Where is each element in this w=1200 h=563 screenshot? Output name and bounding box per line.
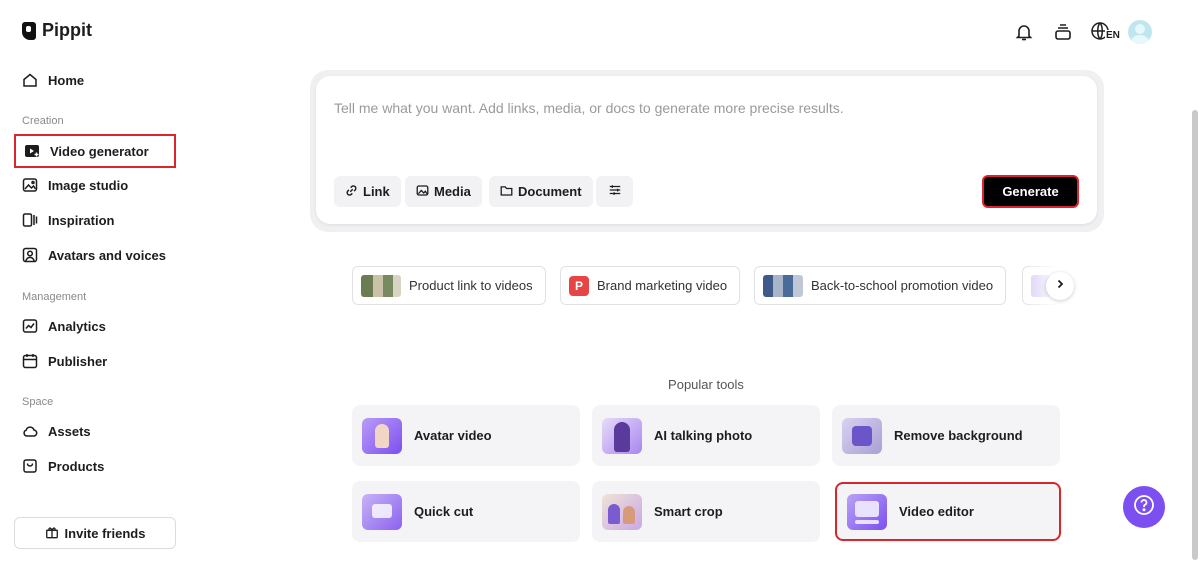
link-label: Link <box>363 184 390 199</box>
section-creation: Creation <box>22 115 64 127</box>
sidebar-item-video-generator[interactable]: Video generator <box>14 134 176 168</box>
suggestion-brand-marketing[interactable]: P Brand marketing video <box>560 266 741 305</box>
avatar-icon <box>22 247 38 263</box>
video-plus-icon <box>24 143 40 159</box>
section-space: Space <box>22 396 54 408</box>
sidebar-item-publisher[interactable]: Publisher <box>14 344 176 378</box>
prompt-input[interactable]: Tell me what you want. Add links, media,… <box>334 100 844 116</box>
help-button[interactable] <box>1123 486 1165 528</box>
tool-video-editor[interactable]: Video editor <box>835 482 1061 541</box>
sidebar-item-avatars-voices[interactable]: Avatars and voices <box>14 238 176 272</box>
sidebar-item-image-studio[interactable]: Image studio <box>14 168 176 202</box>
folder-icon <box>500 184 513 200</box>
analytics-icon <box>22 318 38 334</box>
invite-friends-button[interactable]: Invite friends <box>14 517 176 549</box>
pippit-logo[interactable]: Pippit <box>22 20 92 41</box>
notification-bell-icon[interactable] <box>1012 20 1036 44</box>
sidebar-item-label: Publisher <box>48 353 108 369</box>
sidebar-item-inspiration[interactable]: Inspiration <box>14 203 176 237</box>
language-code: EN <box>1105 30 1121 41</box>
talking-photo-icon <box>602 417 642 454</box>
tool-label: Quick cut <box>414 504 474 519</box>
sidebar-item-products[interactable]: Products <box>14 449 176 483</box>
link-button[interactable]: Link <box>334 176 401 207</box>
inspiration-icon <box>22 212 38 228</box>
tool-label: Smart crop <box>654 504 723 519</box>
tool-ai-talking-photo[interactable]: AI talking photo <box>592 405 820 466</box>
calendar-icon <box>22 353 38 369</box>
link-icon <box>345 184 358 200</box>
suggestions-next-button[interactable] <box>1046 272 1074 300</box>
sidebar-item-home[interactable]: Home <box>14 63 176 97</box>
user-avatar[interactable] <box>1128 20 1152 44</box>
home-icon <box>22 72 38 88</box>
settings-sliders-button[interactable] <box>596 176 633 207</box>
brand-name: Pippit <box>42 20 92 40</box>
suggestion-label: Back-to-school promotion video <box>811 278 994 293</box>
tool-label: AI talking photo <box>654 428 753 443</box>
generate-button[interactable]: Generate <box>982 175 1079 208</box>
sidebar-item-label: Products <box>48 458 105 474</box>
language-globe-icon[interactable]: EN <box>1090 20 1121 44</box>
suggestion-label: Brand marketing video <box>597 278 728 293</box>
gift-icon <box>45 525 59 542</box>
sliders-icon <box>608 183 622 200</box>
tool-label: Video editor <box>899 504 974 519</box>
suggestion-back-to-school[interactable]: Back-to-school promotion video <box>754 266 1007 305</box>
tool-avatar-video[interactable]: Avatar video <box>352 405 580 466</box>
smart-crop-icon <box>602 493 642 530</box>
media-label: Media <box>434 184 471 199</box>
tool-remove-background[interactable]: Remove background <box>832 405 1060 466</box>
document-button[interactable]: Document <box>489 176 593 207</box>
document-label: Document <box>518 184 582 199</box>
sidebar-item-assets[interactable]: Assets <box>14 414 176 448</box>
suggestion-product-link[interactable]: Product link to videos <box>352 266 546 305</box>
popular-tools-title: Popular tools <box>668 377 744 392</box>
tool-label: Remove background <box>894 428 1023 443</box>
section-management: Management <box>22 291 87 303</box>
tool-smart-crop[interactable]: Smart crop <box>592 481 820 542</box>
quick-cut-icon <box>362 493 402 530</box>
tool-quick-cut[interactable]: Quick cut <box>352 481 580 542</box>
sidebar-item-analytics[interactable]: Analytics <box>14 309 176 343</box>
image-icon <box>416 184 429 200</box>
suggestion-thumbnail <box>763 274 803 297</box>
sidebar-item-label: Video generator <box>50 143 149 159</box>
brand-p-icon: P <box>569 275 589 296</box>
sidebar-item-label: Analytics <box>48 318 106 334</box>
sidebar-item-label: Assets <box>48 423 91 439</box>
invite-friends-label: Invite friends <box>64 525 146 541</box>
video-editor-icon <box>847 493 887 530</box>
tool-label: Avatar video <box>414 428 492 443</box>
cloud-icon <box>22 423 38 439</box>
sidebar-item-label: Inspiration <box>48 212 115 228</box>
sidebar-item-label: Home <box>48 72 85 88</box>
remove-background-icon <box>842 417 882 454</box>
media-button[interactable]: Media <box>405 176 482 207</box>
chevron-right-icon <box>1054 277 1066 295</box>
help-question-icon <box>1133 494 1155 521</box>
avatar-video-icon <box>362 417 402 454</box>
scrollbar[interactable] <box>1192 110 1198 560</box>
image-icon <box>22 177 38 193</box>
suggestion-thumbnail <box>361 274 401 297</box>
sidebar-item-label: Image studio <box>48 177 129 193</box>
layers-icon[interactable] <box>1051 20 1075 44</box>
suggestion-label: Product link to videos <box>409 278 533 293</box>
pippit-logo-icon <box>22 21 36 40</box>
sidebar-item-label: Avatars and voices <box>48 247 167 263</box>
product-box-icon <box>22 458 38 474</box>
